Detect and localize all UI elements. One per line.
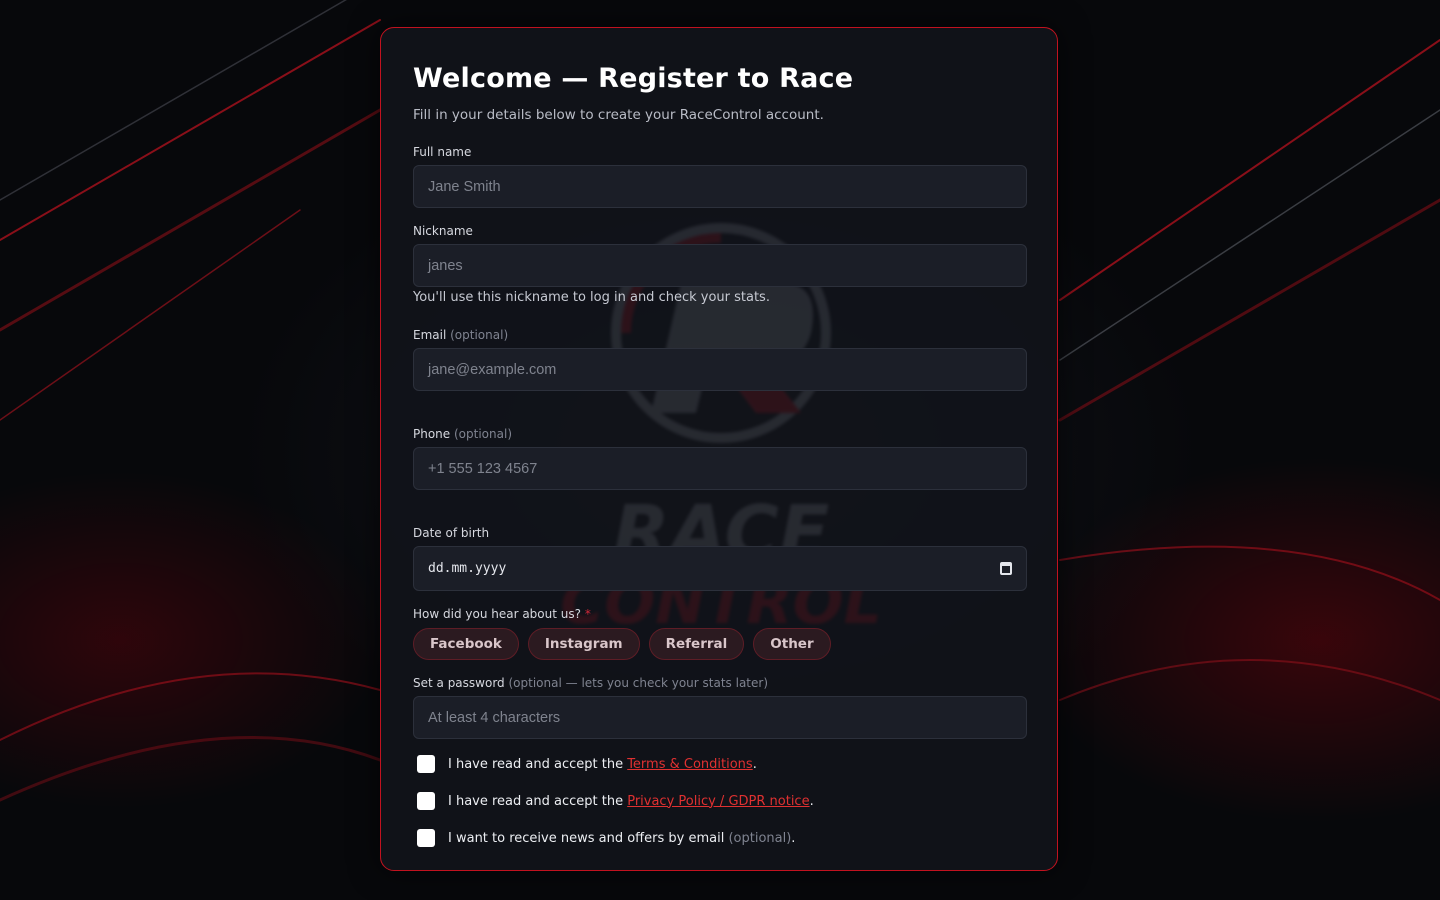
password-label: Set a password (optional — lets you chec…: [413, 676, 768, 690]
email-placeholder: jane@example.com: [428, 361, 557, 378]
source-label-text: How did you hear about us?: [413, 607, 581, 621]
newsletter-suffix: .: [791, 830, 796, 846]
phone-placeholder: +1 555 123 4567: [428, 460, 538, 477]
privacy-suffix: .: [809, 793, 814, 809]
source-option-instagram[interactable]: Instagram: [527, 628, 640, 660]
newsletter-text: I want to receive news and offers by ema…: [448, 830, 729, 846]
full-name-label: Full name: [413, 145, 472, 159]
consent-newsletter-row: I want to receive news and offers by ema…: [417, 829, 795, 847]
required-asterisk: *: [584, 607, 591, 621]
terms-suffix: .: [752, 756, 757, 772]
phone-optional-tag: (optional): [454, 427, 512, 441]
privacy-link[interactable]: Privacy Policy / GDPR notice: [627, 794, 809, 809]
newsletter-optional-tag: (optional): [728, 830, 792, 846]
source-option-facebook[interactable]: Facebook: [413, 628, 519, 660]
password-placeholder: At least 4 characters: [428, 709, 561, 726]
email-optional-tag: (optional): [450, 328, 509, 342]
phone-label-text: Phone: [413, 427, 451, 441]
privacy-checkbox[interactable]: [417, 792, 435, 810]
source-option-other[interactable]: Other: [753, 628, 831, 660]
full-name-input[interactable]: Jane Smith: [413, 165, 1027, 208]
nickname-label: Nickname: [413, 224, 473, 238]
nickname-input[interactable]: janes: [413, 244, 1027, 287]
page-subtitle: Fill in your details below to create you…: [413, 107, 824, 123]
dob-placeholder: dd.mm.yyyy: [428, 561, 507, 576]
privacy-text: I have read and accept the: [448, 793, 628, 809]
nickname-placeholder: janes: [428, 257, 463, 274]
source-options: Facebook Instagram Referral Other: [413, 628, 831, 660]
email-label: Email (optional): [413, 328, 508, 342]
source-label: How did you hear about us? *: [413, 607, 591, 621]
terms-link[interactable]: Terms & Conditions: [627, 757, 753, 772]
password-label-text: Set a password: [413, 676, 505, 690]
password-optional-tag: (optional — lets you check your stats la…: [508, 676, 769, 690]
page-title: Welcome — Register to Race: [413, 63, 854, 94]
consent-terms-row: I have read and accept the Terms & Condi…: [417, 755, 757, 773]
email-input[interactable]: jane@example.com: [413, 348, 1027, 391]
password-input[interactable]: At least 4 characters: [413, 696, 1027, 739]
newsletter-checkbox[interactable]: [417, 829, 435, 847]
terms-checkbox[interactable]: [417, 755, 435, 773]
registration-card: RACE CONTROL Welcome — Register to Race …: [380, 27, 1058, 871]
dob-input[interactable]: dd.mm.yyyy: [413, 546, 1027, 591]
email-label-text: Email: [413, 328, 447, 342]
full-name-placeholder: Jane Smith: [428, 178, 501, 195]
nickname-hint: You'll use this nickname to log in and c…: [413, 290, 770, 305]
phone-input[interactable]: +1 555 123 4567: [413, 447, 1027, 490]
terms-text: I have read and accept the: [448, 756, 628, 772]
consent-privacy-row: I have read and accept the Privacy Polic…: [417, 792, 814, 810]
phone-label: Phone (optional): [413, 427, 512, 441]
source-option-referral[interactable]: Referral: [648, 628, 745, 660]
calendar-icon[interactable]: [1000, 562, 1012, 575]
dob-label: Date of birth: [413, 526, 490, 540]
